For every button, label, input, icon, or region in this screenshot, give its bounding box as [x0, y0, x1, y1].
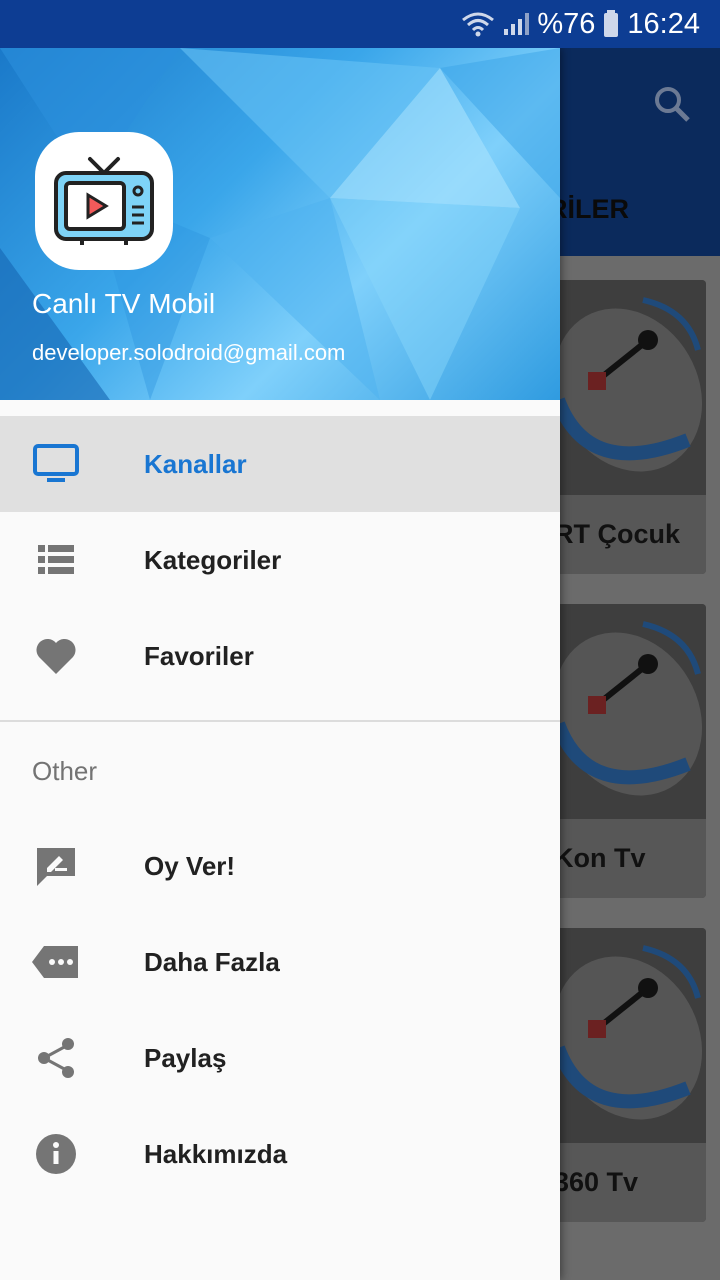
channel-name: Kon Tv	[548, 819, 706, 898]
menu-item-label: Kategoriler	[144, 544, 282, 575]
satellite-dish-icon	[548, 280, 706, 495]
signal-icon	[503, 11, 530, 37]
navigation-drawer: Canlı TV Mobil developer.solodroid@gmail…	[0, 48, 560, 1280]
menu-item-paylas[interactable]: Paylaş	[0, 1010, 560, 1106]
menu-item-label: Kanallar	[144, 448, 247, 479]
section-title: Other	[32, 756, 98, 786]
channel-name: 360 Tv	[548, 1143, 706, 1222]
list-icon	[32, 536, 80, 584]
menu-item-kategoriler[interactable]: Kategoriler	[0, 512, 560, 608]
menu-item-label: Oy Ver!	[144, 850, 236, 881]
menu-item-label: Paylaş	[144, 1042, 227, 1073]
menu-item-favoriler[interactable]: Favoriler	[0, 608, 560, 704]
wifi-icon	[461, 10, 495, 38]
search-icon[interactable]	[652, 84, 692, 129]
drawer-header: Canlı TV Mobil developer.solodroid@gmail…	[0, 48, 560, 400]
tv-logo-icon	[54, 157, 154, 245]
menu-item-label: Daha Fazla	[144, 946, 280, 977]
battery-percent: %76	[537, 7, 596, 40]
menu-item-daha-fazla[interactable]: Daha Fazla	[0, 914, 560, 1010]
rate-icon	[32, 842, 80, 890]
app-name: Canlı TV Mobil	[32, 288, 216, 319]
menu-item-kanallar[interactable]: Kanallar	[0, 416, 560, 512]
menu-item-label: Favoriler	[144, 640, 254, 671]
menu-item-hakkimizda[interactable]: Hakkımızda	[0, 1106, 560, 1202]
battery-icon	[603, 10, 619, 38]
tab-label[interactable]: RİLER	[548, 194, 629, 225]
tv-icon	[32, 440, 80, 488]
channel-name: RT Çocuk	[548, 495, 706, 574]
more-icon	[32, 938, 80, 986]
channel-card[interactable]: Kon Tv	[548, 604, 706, 898]
menu-item-oy-ver[interactable]: Oy Ver!	[0, 818, 560, 914]
menu-item-label: Hakkımızda	[144, 1138, 288, 1169]
app-logo	[35, 132, 173, 270]
developer-email: developer.solodroid@gmail.com	[32, 340, 346, 365]
channel-card[interactable]: 360 Tv	[548, 928, 706, 1222]
satellite-dish-icon	[548, 604, 706, 819]
heart-icon	[32, 632, 80, 680]
info-icon	[32, 1130, 80, 1178]
status-bar: %76 16:24	[0, 0, 720, 48]
clock: 16:24	[627, 7, 700, 40]
channel-card[interactable]: RT Çocuk	[548, 280, 706, 574]
drawer-menu: Kanallar Kategoriler Favoriler Other Oy …	[0, 416, 560, 1202]
share-icon	[32, 1034, 80, 1082]
satellite-dish-icon	[548, 928, 706, 1143]
